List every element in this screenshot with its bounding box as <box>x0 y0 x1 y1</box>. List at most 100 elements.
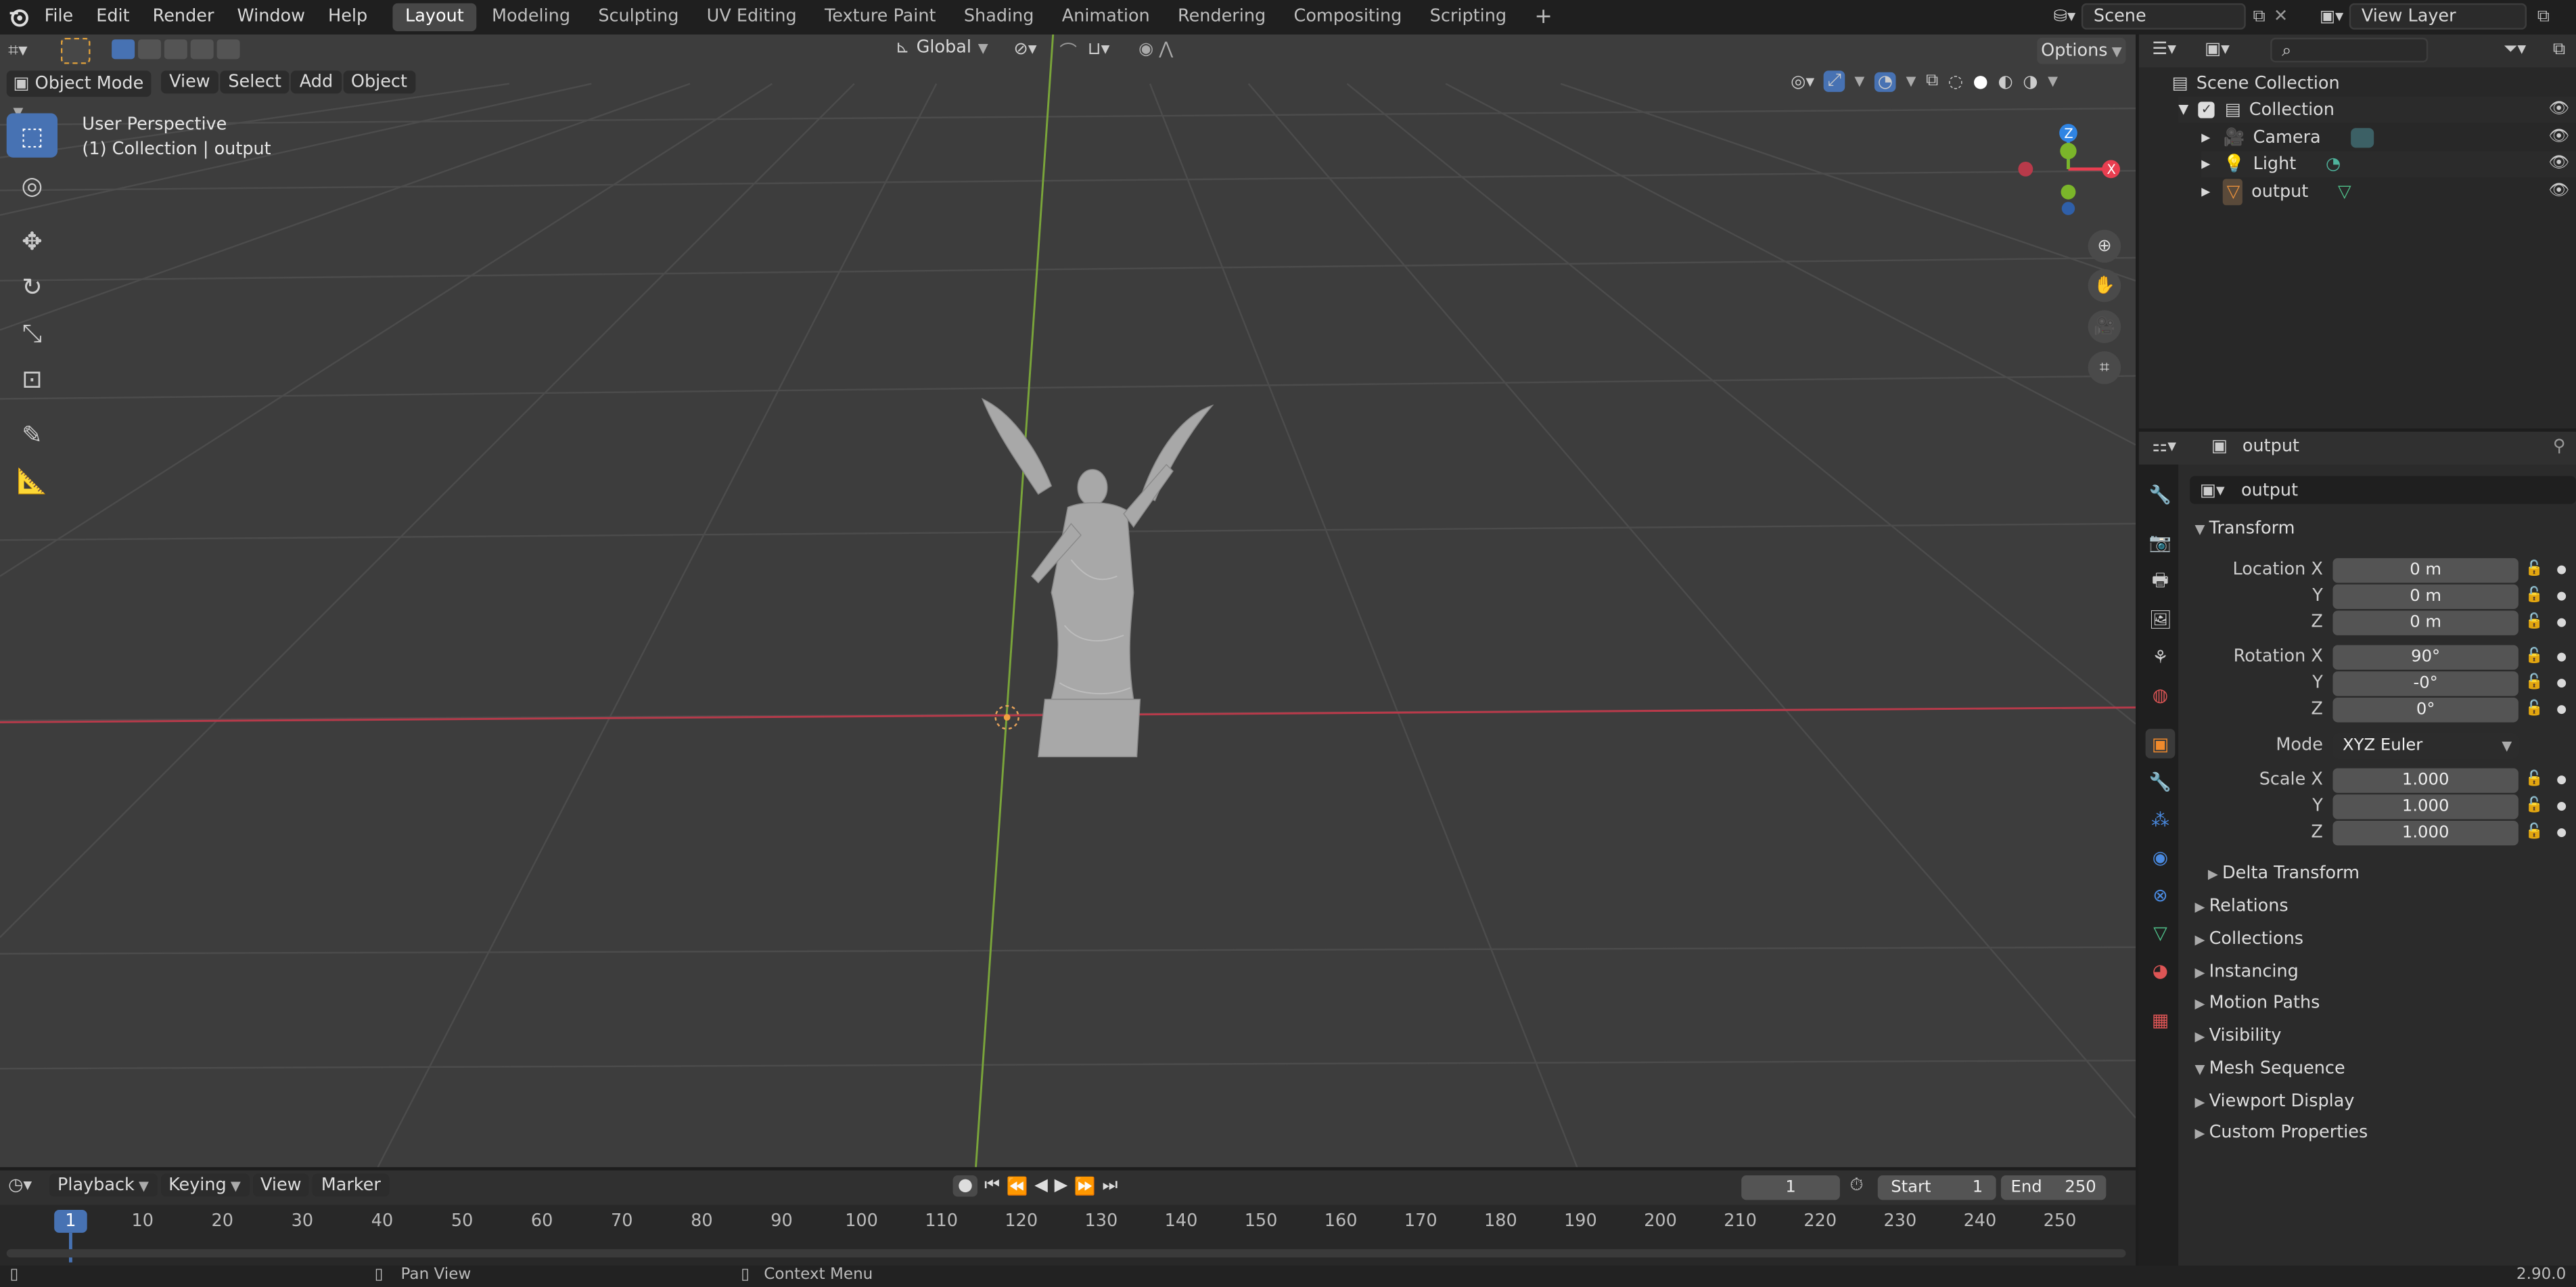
snap-icon[interactable]: ⌒ <box>1059 39 1076 64</box>
output-tab-icon[interactable]: 🖶 <box>2146 566 2176 596</box>
camera-view-icon[interactable]: 🎥 <box>2088 310 2121 344</box>
lock-icon[interactable]: 🔓 <box>2525 614 2544 630</box>
menu-select[interactable]: Select <box>220 70 290 94</box>
view-layer-selector[interactable]: ▣▾ View Layer ⧉ <box>2320 3 2550 30</box>
zoom-icon[interactable]: ⊕ <box>2088 229 2121 263</box>
tool-rotate[interactable]: ↻ <box>7 265 58 309</box>
outliner-editor-icon[interactable]: ☰▾ <box>2152 39 2176 59</box>
close-scene-icon[interactable]: ✕ <box>2274 7 2288 26</box>
new-collection-icon[interactable]: ⧉ <box>2553 39 2565 61</box>
tab-compositing[interactable]: Compositing <box>1281 3 1415 31</box>
scale-y-field[interactable]: 1.000 <box>2332 793 2518 819</box>
keyframe-dot-icon[interactable]: ● <box>2556 563 2567 576</box>
panel-visibility[interactable]: ▶ Visibility <box>2194 1021 2281 1052</box>
current-frame-field[interactable]: 1 <box>1741 1175 1840 1200</box>
rotation-y-field[interactable]: -0° <box>2332 671 2518 696</box>
select-subtract-icon[interactable] <box>164 39 187 60</box>
prev-keyframe-icon[interactable]: ⏪ <box>1007 1175 1028 1196</box>
view-layer-field[interactable]: View Layer <box>2349 3 2528 30</box>
render-tab-icon[interactable]: 📷 <box>2146 527 2176 557</box>
data-tab-icon[interactable]: ▽ <box>2146 918 2176 947</box>
outliner-collection[interactable]: ▼ ✓ ▤ Collection 👁 <box>2178 97 2576 123</box>
scene-tab-icon[interactable]: ⚘ <box>2146 642 2176 672</box>
ortho-grid-icon[interactable]: ⌗ <box>2088 351 2121 384</box>
scale-x-field[interactable]: 1.000 <box>2332 767 2518 792</box>
menu-add[interactable]: Add <box>291 70 342 94</box>
panel-instancing[interactable]: ▶ Instancing <box>2194 957 2298 988</box>
lock-icon[interactable]: 🔓 <box>2525 824 2544 840</box>
tab-sculpting[interactable]: Sculpting <box>585 3 692 31</box>
copy-scene-icon[interactable]: ⧉ <box>2253 5 2265 27</box>
lock-icon[interactable]: 🔓 <box>2525 648 2544 664</box>
menu-marker[interactable]: Marker <box>313 1173 389 1197</box>
panel-motion-paths[interactable]: ▶ Motion Paths <box>2194 988 2320 1019</box>
menu-file[interactable]: File <box>33 0 85 35</box>
checkbox-icon[interactable]: ✓ <box>2198 101 2215 118</box>
panel-relations[interactable]: ▶ Relations <box>2194 891 2288 922</box>
keyframe-dot-icon[interactable]: ● <box>2556 589 2567 602</box>
outliner-scene-collection[interactable]: ▤ Scene Collection <box>2171 70 2575 97</box>
selection-mode-group[interactable] <box>112 39 240 60</box>
tool-measure[interactable]: 📐 <box>7 458 58 503</box>
rotation-x-field[interactable]: 90° <box>2332 644 2518 669</box>
eye-icon[interactable]: 👁 <box>2548 151 2569 177</box>
outliner-search[interactable]: ⌕ <box>2270 37 2429 63</box>
menu-edit[interactable]: Edit <box>85 0 141 35</box>
jump-end-icon[interactable]: ⏭ <box>1102 1175 1118 1197</box>
wireframe-shading-icon[interactable]: ◌ <box>1948 72 1963 91</box>
pin-icon[interactable]: ⚲ <box>2553 436 2566 456</box>
pivot-icon[interactable]: ⊘▾ <box>1013 39 1036 59</box>
select-invert-icon[interactable] <box>190 39 214 60</box>
lock-icon[interactable]: 🔓 <box>2525 675 2544 691</box>
eye-icon[interactable]: 👁 <box>2548 125 2569 151</box>
end-frame-field[interactable]: End 250 <box>2000 1175 2107 1200</box>
eye-icon[interactable]: 👁 <box>2548 179 2569 205</box>
solid-shading-icon[interactable]: ● <box>1973 72 1988 91</box>
timeline-ruler[interactable]: 1 10 20 30 40 50 60 70 80 90 100 110 120 130 140 150 16… <box>0 1204 2136 1266</box>
transform-panel-header[interactable]: ▼ Transform <box>2194 514 2295 545</box>
jump-start-icon[interactable]: ⏮ <box>984 1175 1000 1197</box>
lock-icon[interactable]: 🔓 <box>2525 588 2544 604</box>
panel-custom-properties[interactable]: ▶ Custom Properties <box>2194 1118 2368 1149</box>
outliner-item-light[interactable]: ▶ 💡 Light ◔ 👁 <box>2201 151 2576 178</box>
copy-view-layer-icon[interactable]: ⧉ <box>2537 5 2550 27</box>
shading-options-icon[interactable]: ▼ <box>2048 74 2058 89</box>
keyframe-dot-icon[interactable]: ● <box>2556 650 2567 663</box>
tool-select-box[interactable]: ⬚ <box>6 113 58 158</box>
expand-arrow-icon[interactable]: ▶ <box>2201 125 2210 151</box>
menu-help[interactable]: Help <box>317 0 379 35</box>
menu-playback[interactable]: Playback ▼ <box>49 1173 158 1197</box>
modifier-tab-icon[interactable]: 🔧 <box>2146 767 2176 796</box>
tab-layout[interactable]: Layout <box>392 3 478 32</box>
add-workspace-button[interactable]: + <box>1521 3 1565 31</box>
scale-z-field[interactable]: 1.000 <box>2332 819 2518 845</box>
tool-annotate[interactable]: ✎ <box>7 412 58 457</box>
physics-tab-icon[interactable]: ◉ <box>2146 842 2176 872</box>
timeline-scrollbar[interactable] <box>6 1249 2126 1258</box>
navigation-gizmo[interactable]: Z X <box>2008 120 2136 251</box>
tab-uv-editing[interactable]: UV Editing <box>693 3 810 31</box>
visibility-icon[interactable]: ◎▾ <box>1791 72 1814 91</box>
pan-hand-icon[interactable]: ✋ <box>2088 269 2121 302</box>
select-tool-icon[interactable] <box>60 37 91 64</box>
viewport-3d[interactable]: ⌗▾ ⊾ Global ▼ ⊘▾ ⌒ ⊔▾ ◉ ⋀ Options ▼ ▣ Ob… <box>0 34 2136 1167</box>
location-x-field[interactable]: 0 m <box>2332 557 2518 583</box>
particles-tab-icon[interactable]: ⁂ <box>2146 805 2176 834</box>
start-frame-field[interactable]: Start 1 <box>1877 1175 1996 1200</box>
panel-viewport-display[interactable]: ▶ Viewport Display <box>2194 1087 2354 1118</box>
keyframe-dot-icon[interactable]: ● <box>2556 773 2567 786</box>
location-z-field[interactable]: 0 m <box>2332 610 2518 635</box>
keyframe-dot-icon[interactable]: ● <box>2556 702 2567 715</box>
editor-type-icon[interactable]: ⌗▾ <box>8 39 27 62</box>
next-keyframe-icon[interactable]: ⏩ <box>1074 1175 1096 1196</box>
playhead[interactable]: 1 <box>54 1209 87 1233</box>
rotation-z-field[interactable]: 0° <box>2332 696 2518 722</box>
material-tab-icon[interactable]: ◕ <box>2146 955 2176 985</box>
gizmo-toggle-icon[interactable]: ⤢ <box>1824 70 1845 92</box>
outliner-item-output[interactable]: ▶ ▽ output ▽ 👁 <box>2201 179 2576 206</box>
tab-scripting[interactable]: Scripting <box>1417 3 1519 31</box>
menu-timeline-view[interactable]: View <box>252 1173 310 1197</box>
keyframe-dot-icon[interactable]: ● <box>2556 826 2567 838</box>
menu-window[interactable]: Window <box>225 0 317 35</box>
lock-icon[interactable]: 🔓 <box>2525 562 2544 578</box>
